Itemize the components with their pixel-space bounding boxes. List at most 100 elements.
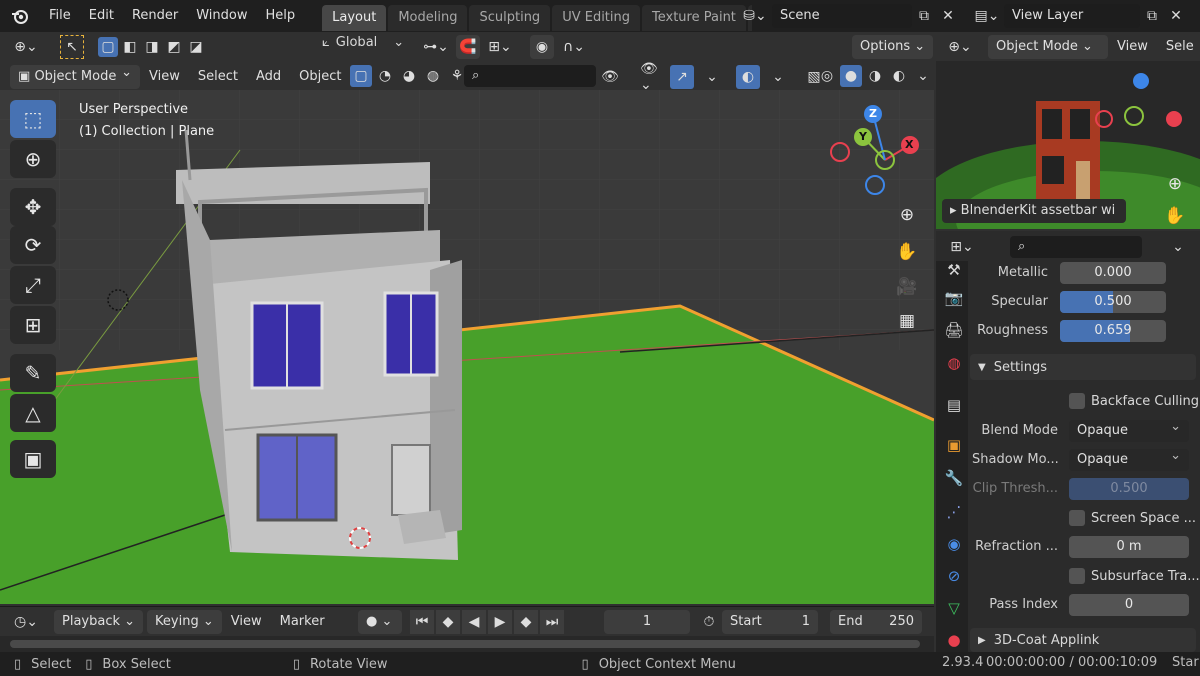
transform-orientation[interactable]: ⟀ Global ⌄ xyxy=(322,35,404,50)
snap-toggle-icon[interactable]: 🧲 xyxy=(456,35,480,59)
proportional-edit-icon[interactable]: ◉ xyxy=(530,35,554,59)
tab-texture-paint[interactable]: Texture Paint xyxy=(642,5,746,31)
extend-selection-icon[interactable]: ◧ xyxy=(120,37,140,57)
blender-logo-icon[interactable] xyxy=(0,4,40,28)
tab-layout[interactable]: Layout xyxy=(322,5,387,31)
marker-menu[interactable]: Marker xyxy=(271,607,334,637)
pan-hand-icon[interactable]: ✋ xyxy=(890,235,924,269)
collection-tab-icon[interactable]: ▤ xyxy=(944,395,964,415)
pivot-point-icon[interactable]: ⊶⌄ xyxy=(423,35,449,59)
visibility-eye-icon[interactable]: 👁 xyxy=(598,65,622,89)
shading-options-icon[interactable]: ⌄ xyxy=(912,65,934,87)
solid-view-icon[interactable]: ▢ xyxy=(350,65,372,87)
menu-help[interactable]: Help xyxy=(257,0,305,32)
properties-editor-icon[interactable]: ⊞⌄ xyxy=(944,235,980,259)
auto-keying-button[interactable]: ● ⌄ xyxy=(358,610,402,634)
next-keyframe-icon[interactable]: ◆ xyxy=(514,610,538,634)
view-layer-field[interactable]: View Layer xyxy=(1004,4,1140,28)
3dcoat-panel-header[interactable]: ▶ 3D-Coat Applink xyxy=(970,628,1196,652)
preview-select-menu[interactable]: Sele xyxy=(1157,33,1194,61)
cursor-tool[interactable]: ⊕ xyxy=(10,140,56,178)
blend-mode-dropdown[interactable]: Opaque xyxy=(1069,416,1189,442)
playback-menu[interactable]: Playback ⌄ xyxy=(54,609,144,634)
invert-selection-icon[interactable]: ◩ xyxy=(164,37,184,57)
proportional-falloff-icon[interactable]: ∩⌄ xyxy=(562,35,586,59)
current-frame-field[interactable]: 1 xyxy=(604,610,690,634)
texture-filter-icon[interactable]: ◕ xyxy=(398,65,420,87)
blenderkit-assetbar-button[interactable]: ▸ BlnenderKit assetbar wi xyxy=(942,199,1126,223)
tab-sculpting[interactable]: Sculpting xyxy=(469,5,551,31)
3d-viewport[interactable]: X Y Z User Perspective (1) Collection | … xyxy=(0,90,934,604)
timeline-scrollbar[interactable] xyxy=(10,640,920,648)
properties-options-icon[interactable]: ⌄ xyxy=(1166,235,1190,259)
screen-space-refraction-checkbox[interactable]: Screen Space ... xyxy=(1069,510,1196,526)
add-cube-tool[interactable]: ▣ xyxy=(10,440,56,478)
start-frame-field[interactable]: Start 1 xyxy=(722,610,818,634)
scale-tool[interactable]: ⤢ xyxy=(10,266,56,304)
jump-end-icon[interactable]: ⏭ xyxy=(540,610,564,634)
play-icon[interactable]: ▶ xyxy=(488,610,512,634)
preview-viewport[interactable]: ⊕⌄ Object Mode ⌄ View Sele ▸ BlnenderKit… xyxy=(936,33,1200,229)
material-filter-icon[interactable]: ◔ xyxy=(374,65,396,87)
scene-icon[interactable]: ⛁⌄ xyxy=(738,4,772,28)
modifier-tab-icon[interactable]: 🔧 xyxy=(944,468,964,488)
roughness-slider[interactable]: 0.659 xyxy=(1060,320,1166,342)
material-shading-icon[interactable]: ◑ xyxy=(864,65,886,87)
stopwatch-icon[interactable]: ⏱ xyxy=(697,610,721,634)
jump-start-icon[interactable]: ⏮ xyxy=(410,610,434,634)
timeline-editor-icon[interactable]: ◷⌄ xyxy=(8,610,44,634)
properties-search-input[interactable]: ⌕ xyxy=(1010,236,1142,258)
shadow-mode-dropdown[interactable]: Opaque xyxy=(1069,445,1189,471)
new-scene-icon[interactable]: ⧉ xyxy=(912,4,936,28)
end-frame-field[interactable]: End 250 xyxy=(830,610,922,634)
preview-editor-icon[interactable]: ⊕⌄ xyxy=(942,35,978,59)
settings-panel-header[interactable]: ▼ Settings xyxy=(970,354,1196,380)
overlay-toggle-icon[interactable]: ◐ xyxy=(736,65,760,89)
menu-edit[interactable]: Edit xyxy=(80,0,123,32)
world-filter-icon[interactable]: ◍ xyxy=(422,65,444,87)
set-new-selection-icon[interactable]: ▢ xyxy=(98,37,118,57)
physics-tab-icon[interactable]: ◉ xyxy=(944,534,964,554)
menu-window[interactable]: Window xyxy=(187,0,256,32)
timeline-view-menu[interactable]: View xyxy=(222,607,271,637)
menu-object[interactable]: Object xyxy=(290,63,350,90)
gizmo-options-icon[interactable]: ⌄ xyxy=(700,65,724,89)
move-tool[interactable]: ✥ xyxy=(10,188,56,226)
visibility-toggle-icon[interactable]: 👁⌄ xyxy=(640,61,664,93)
preview-zoom-icon[interactable]: ⊕ xyxy=(1158,167,1192,201)
viewport-search-input[interactable]: ⌕ xyxy=(464,65,596,87)
render-tab-icon[interactable]: 📷 xyxy=(944,288,964,308)
pass-index-field[interactable]: 0 xyxy=(1069,594,1189,616)
select-mode-icon[interactable]: ↖ xyxy=(60,35,84,59)
select-box-tool[interactable]: ⬚ xyxy=(10,100,56,138)
view-layer-icon[interactable]: ▤⌄ xyxy=(970,4,1004,28)
tool-tab-icon[interactable]: ⚒ xyxy=(944,260,964,280)
clip-threshold-slider[interactable]: 0.500 xyxy=(1069,478,1189,500)
scene-name-field[interactable]: Scene xyxy=(772,4,912,28)
menu-select[interactable]: Select xyxy=(189,63,247,90)
tab-modeling[interactable]: Modeling xyxy=(388,5,468,31)
mode-selector[interactable]: ▣ Object Mode ⌄ xyxy=(10,64,140,89)
prev-keyframe-icon[interactable]: ◆ xyxy=(436,610,460,634)
particles-tab-icon[interactable]: ⋰ xyxy=(944,502,964,522)
constraints-tab-icon[interactable]: ⊘ xyxy=(944,566,964,586)
zoom-icon[interactable]: ⊕ xyxy=(890,198,924,232)
tab-uv-editing[interactable]: UV Editing xyxy=(552,5,641,31)
rendered-shading-icon[interactable]: ◐ xyxy=(888,65,910,87)
specular-slider[interactable]: 0.500 xyxy=(1060,291,1166,313)
subsurface-translucency-checkbox[interactable]: Subsurface Tra... xyxy=(1069,568,1200,584)
preview-pan-icon[interactable]: ✋ xyxy=(1158,199,1192,229)
annotate-tool[interactable]: ✎ xyxy=(10,354,56,392)
subtract-selection-icon[interactable]: ◨ xyxy=(142,37,162,57)
material-tab-icon[interactable]: ● xyxy=(944,630,964,650)
preview-view-menu[interactable]: View xyxy=(1108,33,1157,61)
menu-render[interactable]: Render xyxy=(123,0,187,32)
wireframe-shading-icon[interactable]: ◎ xyxy=(816,65,838,87)
editor-type-icon[interactable]: ⊕⌄ xyxy=(6,35,46,59)
ortho-grid-icon[interactable]: ▦ xyxy=(890,304,924,338)
keying-menu[interactable]: Keying ⌄ xyxy=(147,609,222,634)
overlay-options-icon[interactable]: ⌄ xyxy=(766,65,790,89)
play-reverse-icon[interactable]: ◀ xyxy=(462,610,486,634)
preview-mode-selector[interactable]: Object Mode ⌄ xyxy=(988,35,1108,59)
solid-shading-icon[interactable]: ● xyxy=(840,65,862,87)
